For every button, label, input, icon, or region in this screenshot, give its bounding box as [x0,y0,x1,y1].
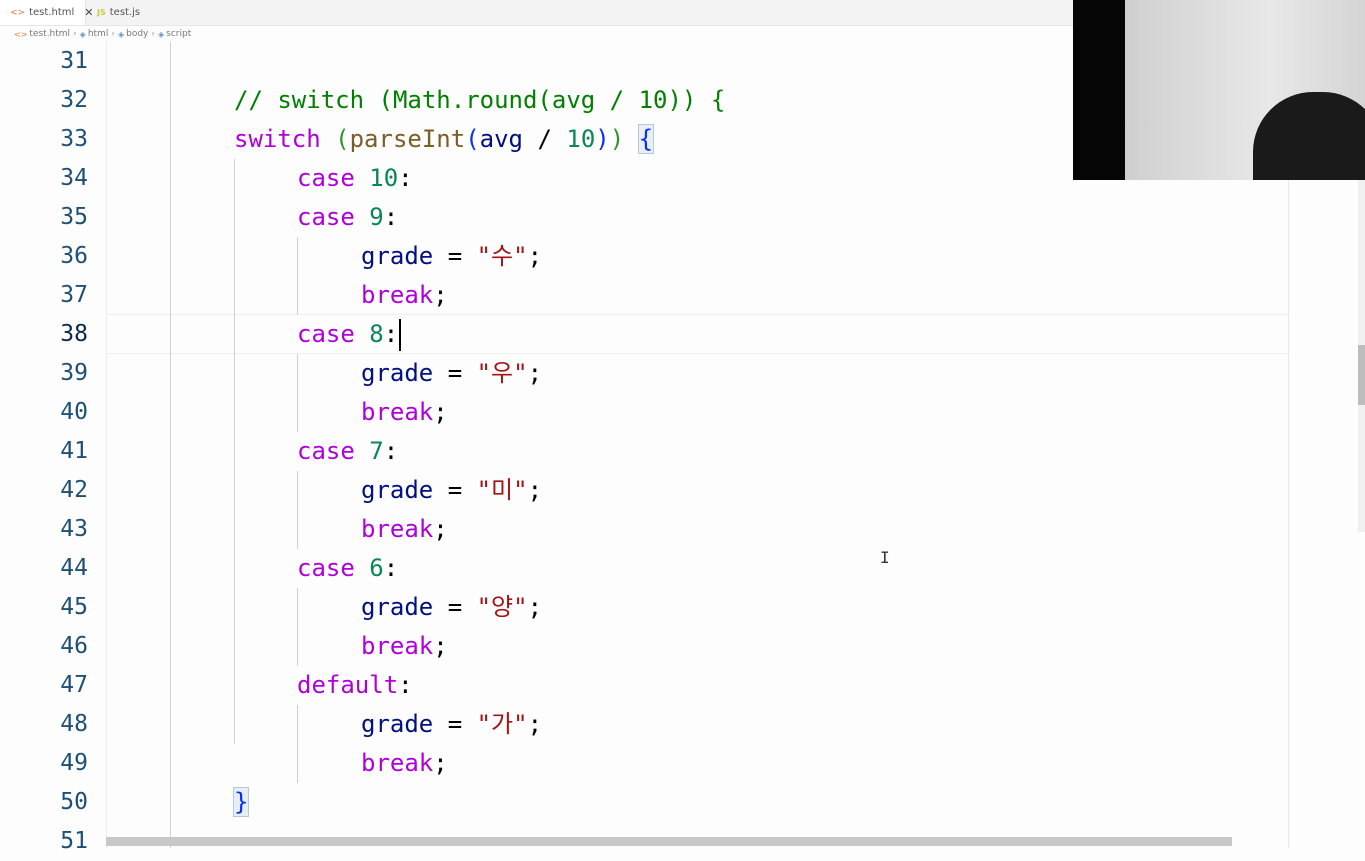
line-number: 49 [60,750,88,776]
line-number: 36 [60,243,88,269]
code-line[interactable]: 39 grade = "우"; [0,354,1290,393]
cube-icon: ◈ [79,29,86,39]
line-number: 50 [60,789,88,815]
code-line[interactable]: 43 break; [0,510,1290,549]
breadcrumb: <> test.html › ◈ html › ◈ body › ◈ scrip… [14,27,191,41]
code-line[interactable]: 47 default: [0,666,1290,705]
code-line[interactable]: 44 case 6: [0,549,1290,588]
code-line[interactable]: 50 } [0,783,1290,822]
line-number: 41 [60,438,88,464]
line-number: 47 [60,672,88,698]
code-text: grade = "양"; [361,593,543,621]
line-number: 43 [60,516,88,542]
chevron-right-icon: › [73,29,77,39]
text-cursor [399,319,402,351]
code-line[interactable]: 49 break; [0,744,1290,783]
code-line[interactable]: 46 break; [0,627,1290,666]
tab-label: test.js [109,7,141,18]
breadcrumb-item-body[interactable]: body [126,29,148,39]
line-number: 51 [60,828,88,854]
webcam-overlay [1073,0,1365,180]
line-number: 34 [60,165,88,191]
code-line[interactable]: 45 grade = "양"; [0,588,1290,627]
code-line[interactable]: 37 break; [0,276,1290,315]
line-number: 37 [60,282,88,308]
ibeam-cursor-icon: I [880,548,890,567]
code-text: case 6: [297,554,399,582]
line-number: 32 [60,87,88,113]
breadcrumb-item-file[interactable]: test.html [29,29,70,39]
code-text: break; [361,749,448,777]
html-file-icon: <> [10,7,26,18]
code-text: switch (parseInt(avg / 10)) { [234,124,655,154]
code-text: case 7: [297,437,399,465]
line-number: 42 [60,477,88,503]
code-text: break; [361,281,448,309]
chevron-right-icon: › [111,29,115,39]
line-number: 39 [60,360,88,386]
js-file-icon: JS [97,8,106,17]
code-line-current[interactable]: 38 case 8: [0,315,1290,354]
code-text: break; [361,398,448,426]
code-line[interactable]: 40 break; [0,393,1290,432]
line-number: 33 [60,126,88,152]
code-comment: // switch (Math.round(avg / 10)) { [234,86,726,114]
line-number: 46 [60,633,88,659]
code-text: case 9: [297,203,399,231]
code-text: default: [297,671,413,699]
code-text: grade = "가"; [361,710,543,738]
line-number: 45 [60,594,88,620]
tab-test-html[interactable]: <> test.html ✕ [0,0,93,25]
line-number: 44 [60,555,88,581]
code-text: } [232,787,250,817]
html-file-icon: <> [14,29,28,39]
tab-label: test.html [29,7,75,18]
line-number: 48 [60,711,88,737]
code-line[interactable]: 35 case 9: [0,198,1290,237]
code-line[interactable]: 42 grade = "미"; [0,471,1290,510]
code-text: grade = "미"; [361,476,543,504]
breadcrumb-item-html[interactable]: html [88,29,109,39]
tab-test-js[interactable]: JS test.js [97,0,140,25]
code-line[interactable]: 41 case 7: [0,432,1290,471]
code-line[interactable]: 48 grade = "가"; [0,705,1290,744]
line-number: 35 [60,204,88,230]
code-text: break; [361,632,448,660]
cube-icon: ◈ [157,29,165,39]
vertical-scrollbar-thumb[interactable] [1358,345,1365,405]
code-line[interactable]: 36 grade = "수"; [0,237,1290,276]
code-text: case 8: [297,315,402,354]
close-icon[interactable]: ✕ [84,6,93,19]
code-text: case 10: [297,164,413,192]
cube-icon: ◈ [117,29,125,39]
chevron-right-icon: › [151,29,155,39]
line-number: 38 [60,321,88,347]
breadcrumb-item-script[interactable]: script [166,29,191,39]
code-text: break; [361,515,448,543]
horizontal-scrollbar-thumb[interactable] [106,837,1232,846]
line-number: 40 [60,399,88,425]
code-text: grade = "우"; [361,359,543,387]
line-number: 31 [60,48,88,74]
code-text: grade = "수"; [361,242,543,270]
